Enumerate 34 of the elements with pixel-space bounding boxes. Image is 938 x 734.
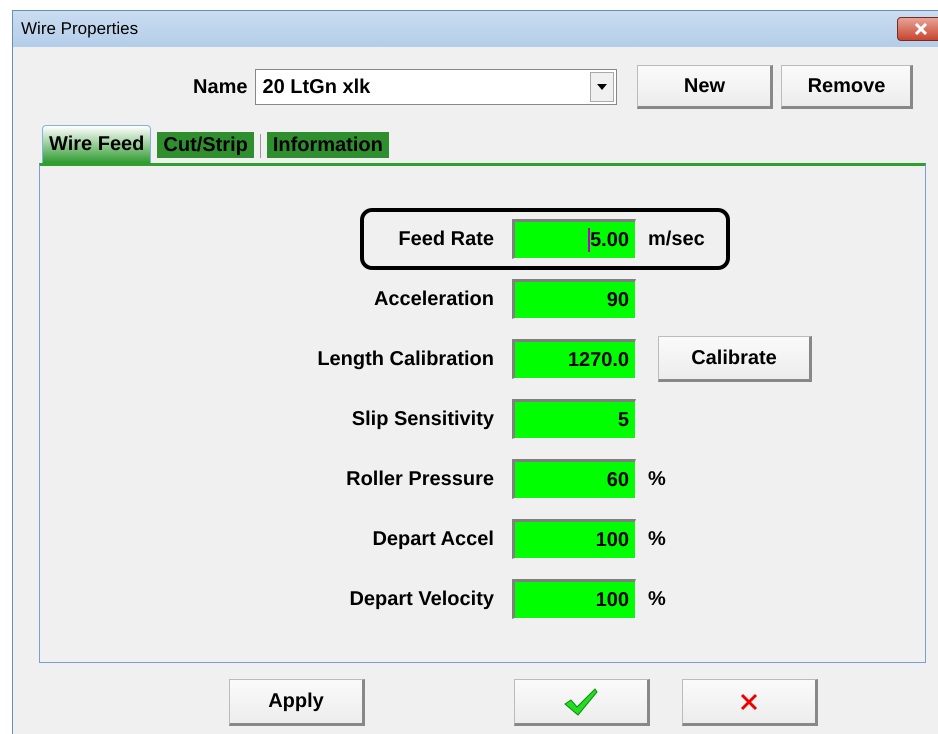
value-field[interactable]: 1270.0	[512, 339, 636, 379]
value-field[interactable]: 5	[512, 399, 636, 439]
new-button[interactable]: New	[637, 65, 774, 109]
unit-label: %	[648, 588, 666, 610]
checkmark-icon	[563, 686, 599, 716]
field-label: Feed Rate	[397, 228, 494, 250]
field-label: Slip Sensitivity	[350, 408, 494, 430]
close-button[interactable]	[897, 17, 938, 41]
field-label: Depart Velocity	[348, 588, 494, 610]
field-label: Depart Accel	[371, 528, 494, 550]
unit-label: m/sec	[648, 228, 705, 250]
value-field[interactable]: 100	[512, 579, 636, 619]
tab[interactable]: Information	[266, 132, 389, 158]
unit-label: %	[648, 468, 666, 490]
value-field[interactable]: 5.00	[512, 219, 636, 259]
tab[interactable]: Wire Feed	[42, 125, 152, 163]
remove-button[interactable]: Remove	[781, 65, 914, 109]
value-field[interactable]: 100	[512, 519, 636, 559]
close-icon	[914, 23, 928, 35]
unit-label: %	[648, 528, 666, 550]
window-title: Wire Properties	[21, 19, 138, 39]
cross-icon	[740, 692, 758, 710]
name-label: Name	[193, 76, 248, 98]
tab[interactable]: Cut/Strip	[157, 132, 254, 158]
value-field[interactable]: 60	[512, 459, 636, 499]
field-label: Acceleration	[372, 288, 494, 310]
field-label: Roller Pressure	[345, 468, 494, 490]
apply-button[interactable]: Apply	[229, 679, 365, 726]
calibrate-button[interactable]: Calibrate	[658, 336, 812, 382]
name-dropdown[interactable]: 20 LtGn xlk	[255, 69, 618, 105]
value-field[interactable]: 90	[512, 279, 636, 319]
ok-button[interactable]	[514, 679, 650, 726]
cancel-button[interactable]	[682, 679, 818, 726]
field-label: Length Calibration	[316, 348, 494, 370]
